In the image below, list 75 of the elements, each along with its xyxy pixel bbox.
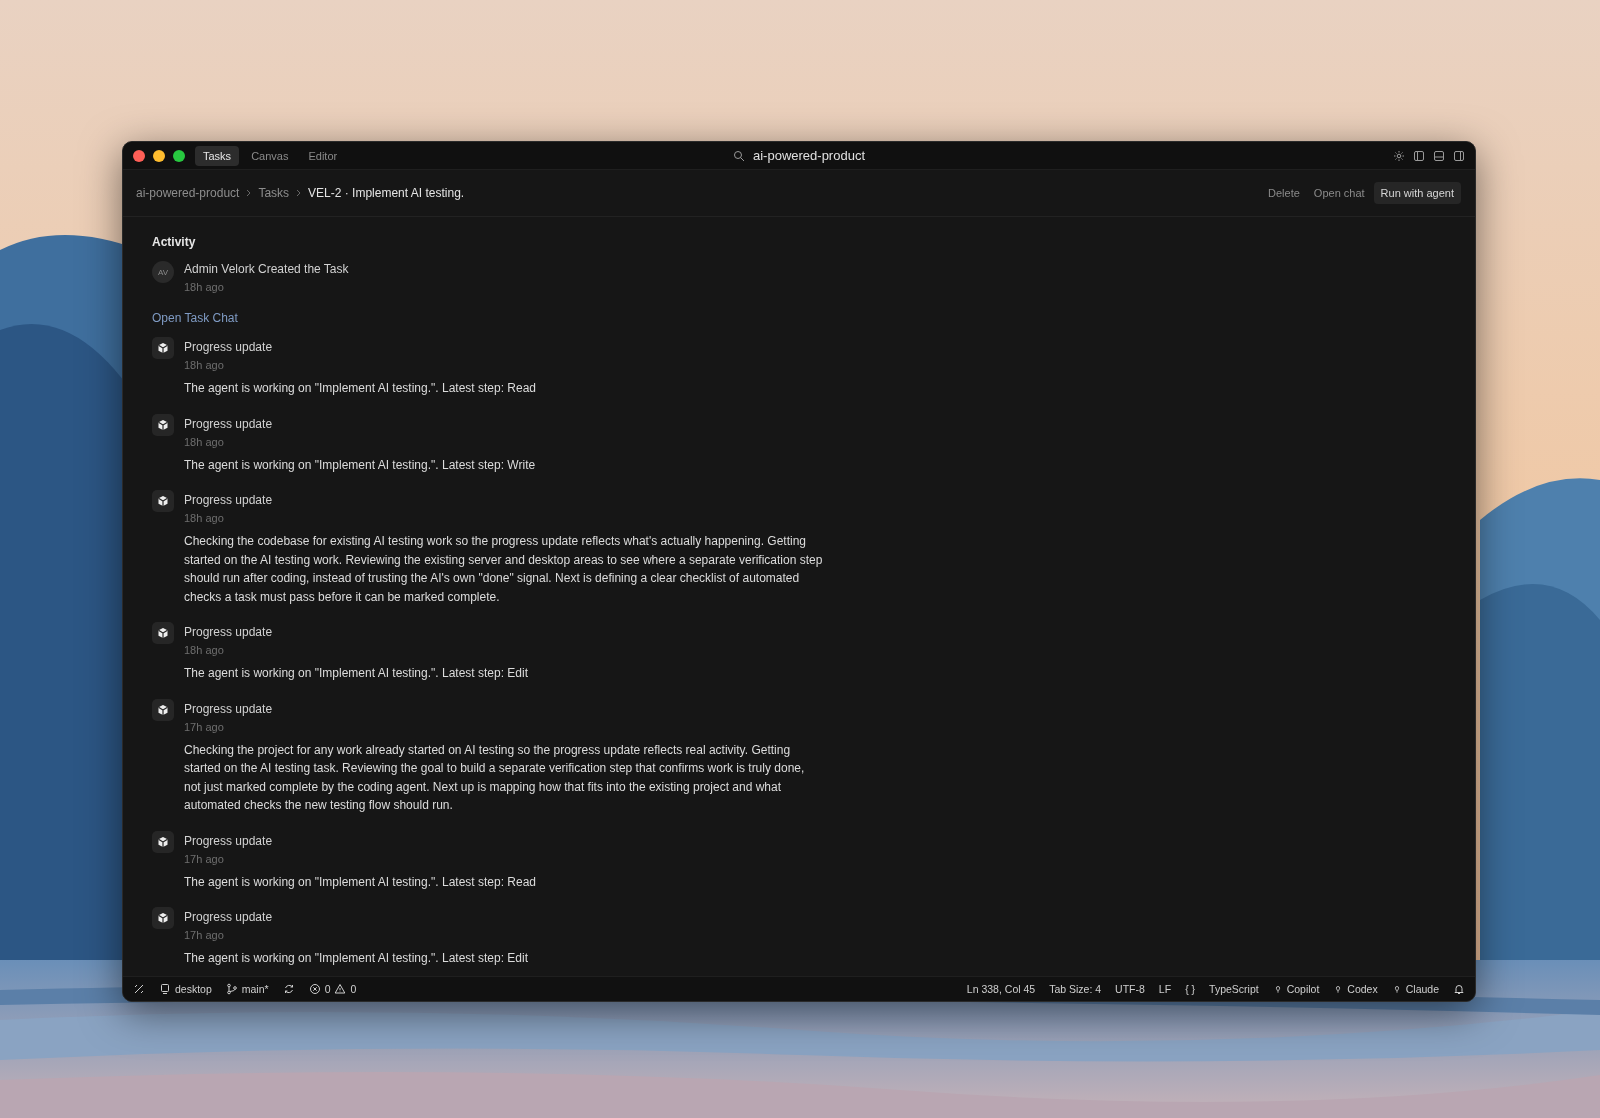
- chevron-icon: [246, 189, 252, 197]
- cube-icon: [152, 490, 174, 512]
- status-item[interactable]: Ln 338, Col 45: [966, 983, 1036, 995]
- cube-icon: [152, 830, 174, 853]
- sync-button[interactable]: [282, 983, 295, 995]
- breadcrumb-link[interactable]: ai-powered-product: [136, 186, 240, 200]
- agent-button[interactable]: Claude: [1391, 983, 1439, 995]
- entry-title: Progress update: [184, 624, 274, 640]
- update-text: The agent is working on "Implement AI testing.". Latest step: Read: [184, 873, 538, 891]
- status-item[interactable]: UTF-8: [1115, 983, 1145, 995]
- cube-icon: [152, 337, 174, 359]
- timestamp: 18h ago: [184, 434, 225, 450]
- status-item[interactable]: Tab Size: 4: [1049, 983, 1102, 995]
- agent-button[interactable]: Codex: [1333, 983, 1378, 995]
- zoom-button[interactable]: [173, 149, 185, 162]
- minimize-button[interactable]: [153, 149, 165, 162]
- cube-icon: [152, 698, 174, 721]
- settings-icon: [1393, 149, 1405, 162]
- cube-icon: [152, 907, 174, 929]
- status-item[interactable]: TypeScript: [1209, 983, 1259, 995]
- breadcrumb-link[interactable]: VEL-2 · Implement AI testing.: [308, 186, 465, 200]
- panel-right-icon: [1453, 149, 1465, 162]
- chevron-icon: [296, 189, 302, 197]
- panel-bottom-icon: [1433, 149, 1445, 162]
- entry-title: Progress update: [184, 832, 274, 849]
- update-text: Checking the codebase for existing AI testing work so the progress update reflects what's actually happening. Getting started on the AI testing work. Reviewing the existing server and desktop areas to see where a separate verification step should run after coding, instead of trusting the AI's own "done" signal. Next is defining a clear checklist of automated checks a task must pass before it can be marked complete.: [184, 533, 824, 606]
- avatar: AV: [152, 261, 174, 283]
- remote-button[interactable]: [133, 983, 145, 995]
- remote-icon: [133, 983, 145, 995]
- timestamp: 18h ago: [184, 643, 225, 658]
- action-button[interactable]: Delete: [1263, 183, 1305, 203]
- update-text: The agent is working on "Implement AI testing.". Latest step: Edit: [184, 950, 530, 967]
- close-button[interactable]: [133, 149, 145, 162]
- section-heading: Activity: [152, 235, 197, 249]
- cube-icon: [152, 622, 174, 644]
- tab[interactable]: Canvas: [243, 145, 297, 166]
- monitor-icon: [159, 983, 171, 995]
- error-icon: [308, 983, 321, 995]
- timestamp: 17h ago: [184, 851, 225, 867]
- breadcrumb-link[interactable]: Tasks: [258, 186, 290, 200]
- action-button[interactable]: Run with agent: [1373, 182, 1461, 204]
- bell-icon: [1453, 983, 1465, 995]
- update-text: Checking the project for any work already started on AI testing so the progress update reflects real activity. Getting started on the AI testing task. Reviewing the goal to build a separate verification step that confirms work is truly done, not just marked complete by the coding agent. Next up is mapping how that fits into the existing project and what automated checks the new testing flow should run.: [184, 741, 806, 814]
- status-item[interactable]: LF: [1158, 983, 1172, 995]
- warning-icon: [334, 983, 347, 995]
- entry-title: Progress update: [184, 700, 274, 717]
- search-field[interactable]: ai-powered-product: [753, 148, 865, 163]
- entry-title: Progress update: [184, 339, 274, 355]
- branch-button[interactable]: main*: [225, 983, 269, 995]
- update-text: The agent is working on "Implement AI testing.". Latest step: Read: [184, 380, 538, 397]
- sync-icon: [282, 983, 295, 995]
- entry-title: Admin Velork Created the Task: [184, 261, 349, 277]
- task-chat-link[interactable]: Open Task Chat: [152, 311, 238, 325]
- branch-icon: [225, 983, 238, 995]
- search-icon: [733, 149, 745, 162]
- tab[interactable]: Editor: [300, 145, 346, 166]
- update-text: The agent is working on "Implement AI testing.". Latest step: Write: [184, 456, 537, 474]
- timestamp: 17h ago: [184, 928, 225, 943]
- timestamp: 18h ago: [184, 511, 225, 526]
- action-button[interactable]: Open chat: [1308, 183, 1370, 203]
- timestamp: 18h ago: [184, 280, 225, 295]
- timestamp: 18h ago: [184, 358, 225, 373]
- timestamp: 17h ago: [184, 719, 225, 735]
- cube-icon: [152, 413, 174, 436]
- entry-title: Progress update: [184, 415, 274, 432]
- status-item[interactable]: { }: [1185, 983, 1196, 995]
- entry-title: Progress update: [184, 909, 274, 925]
- agent-button[interactable]: Copilot: [1272, 983, 1320, 995]
- tab[interactable]: Tasks: [195, 145, 240, 166]
- notifications-button[interactable]: [1453, 983, 1465, 995]
- entry-title: Progress update: [184, 492, 274, 508]
- problems-button[interactable]: 0 0: [308, 983, 357, 995]
- workspace-button[interactable]: desktop: [159, 983, 212, 995]
- update-text: The agent is working on "Implement AI testing.". Latest step: Edit: [184, 665, 530, 682]
- sidebar-left-icon: [1413, 149, 1425, 162]
